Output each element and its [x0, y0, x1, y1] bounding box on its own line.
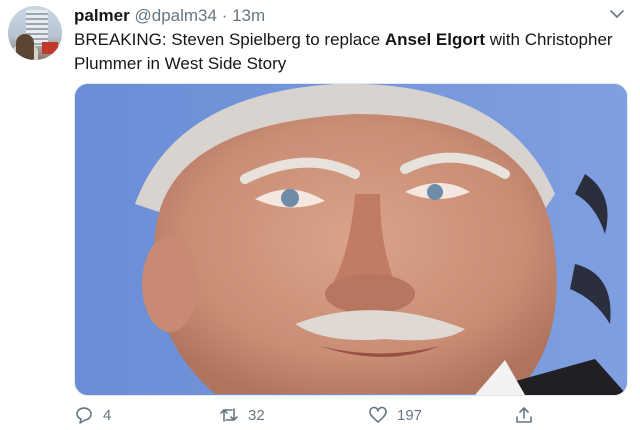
avatar-person: [16, 34, 34, 60]
separator-dot: ·: [221, 6, 228, 25]
like-button[interactable]: 197: [368, 402, 422, 428]
timestamp[interactable]: 13m: [232, 6, 265, 25]
tweet-header: palmer @dpalm34 · 13m: [74, 5, 620, 27]
share-icon: [516, 407, 532, 423]
tweet-text-part: BREAKING: Steven Spielberg to replace: [74, 30, 385, 49]
reply-icon: [76, 407, 92, 424]
reply-count: 4: [103, 406, 112, 424]
heart-icon: [369, 406, 387, 423]
chevron-down-icon[interactable]: [610, 9, 624, 19]
retweet-icon: [220, 408, 238, 422]
tweet-text-bold: Ansel Elgort: [384, 30, 486, 49]
share-button[interactable]: [514, 402, 543, 428]
retweet-count: 32: [248, 406, 265, 424]
action-bar: 4 32 197: [74, 402, 626, 428]
author-handle[interactable]: @dpalm34: [134, 6, 216, 25]
retweet-button[interactable]: 32: [219, 402, 265, 428]
like-count: 197: [397, 406, 423, 424]
reply-button[interactable]: 4: [74, 402, 111, 428]
avatar-sign: [42, 42, 58, 54]
tweet-text: BREAKING: Steven Spielberg to replace An…: [74, 28, 614, 76]
photo-image: [75, 84, 627, 395]
avatar[interactable]: [8, 6, 62, 60]
media-photo[interactable]: [74, 83, 628, 396]
author-name[interactable]: palmer: [74, 6, 130, 25]
